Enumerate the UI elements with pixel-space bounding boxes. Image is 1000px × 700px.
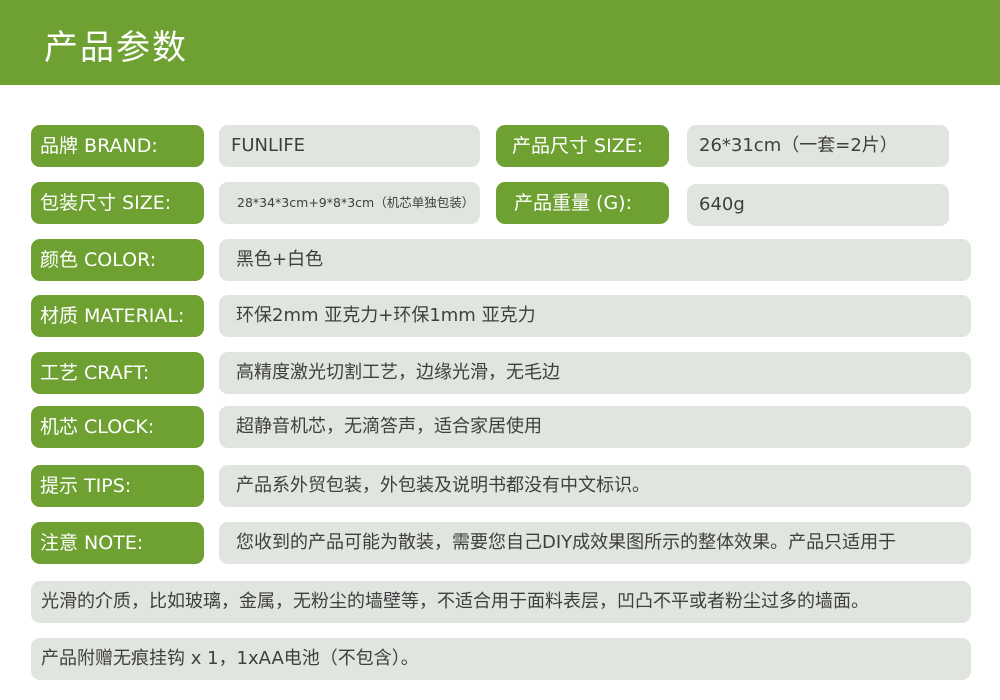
- craft-label: 工艺 CRAFT:: [31, 352, 204, 394]
- tips-value: 产品系外贸包装，外包装及说明书都没有中文标识。: [219, 465, 971, 507]
- note-value: 您收到的产品可能为散装，需要您自己DIY成效果图所示的整体效果。产品只适用于: [219, 522, 971, 564]
- tips-label: 提示 TIPS:: [31, 465, 204, 507]
- package-size-label: 包装尺寸 SIZE:: [31, 182, 204, 224]
- note-accessories-line: 产品附赠无痕挂钩 x 1，1xAA电池（不包含）。: [31, 638, 971, 680]
- header-bar: 产品参数: [0, 0, 1000, 85]
- weight-label: 产品重量 (G):: [496, 182, 669, 224]
- clock-value: 超静音机芯，无滴答声，适合家居使用: [219, 406, 971, 448]
- note-label: 注意 NOTE:: [31, 522, 204, 564]
- package-size-value: 28*34*3cm+9*8*3cm（机芯单独包装）: [219, 182, 480, 224]
- color-label: 颜色 COLOR:: [31, 239, 204, 281]
- product-size-label: 产品尺寸 SIZE:: [496, 125, 669, 167]
- clock-label: 机芯 CLOCK:: [31, 406, 204, 448]
- page-title: 产品参数: [44, 28, 188, 68]
- craft-value: 高精度激光切割工艺，边缘光滑，无毛边: [219, 352, 971, 394]
- weight-value: 640g: [687, 184, 949, 226]
- material-label: 材质 MATERIAL:: [31, 295, 204, 337]
- brand-label: 品牌 BRAND:: [31, 125, 204, 167]
- brand-value: FUNLIFE: [219, 125, 480, 167]
- color-value: 黑色+白色: [219, 239, 971, 281]
- product-size-value: 26*31cm（一套=2片）: [687, 125, 949, 167]
- note-continuation-line: 光滑的介质，比如玻璃，金属，无粉尘的墙壁等，不适合用于面料表层，凹凸不平或者粉尘…: [31, 581, 971, 623]
- material-value: 环保2mm 亚克力+环保1mm 亚克力: [219, 295, 971, 337]
